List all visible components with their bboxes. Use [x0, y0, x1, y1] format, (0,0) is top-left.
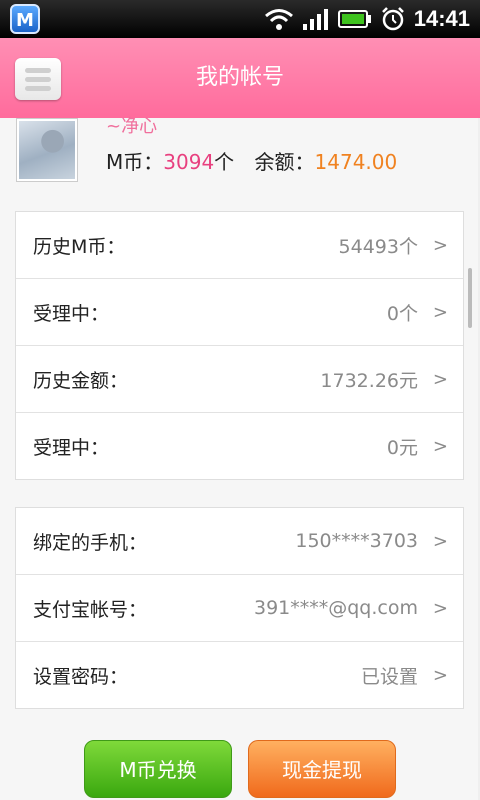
row-value: 已设置 — [360, 665, 418, 688]
exchange-button[interactable]: M币兑换 — [84, 740, 232, 798]
nickname: ~净心 — [106, 116, 158, 137]
stats-row-history-coins[interactable]: 历史M币： 54493个 > — [16, 212, 463, 279]
signal-icon — [302, 7, 330, 31]
row-label: 历史金额： — [33, 369, 129, 392]
row-label: 设置密码： — [33, 665, 129, 688]
clock-time: 14:41 — [413, 6, 470, 31]
chevron-right-icon: > — [432, 301, 448, 323]
row-label: 历史M币： — [33, 235, 126, 258]
avatar-photo — [19, 121, 75, 179]
row-label: 受理中： — [33, 436, 110, 459]
account-card: 绑定的手机： 150****3703 > 支付宝帐号： 391****@qq.c… — [15, 507, 464, 709]
stats-row-processing-coins[interactable]: 受理中： 0个 > — [16, 279, 463, 346]
row-value: 391****@qq.com — [253, 597, 418, 619]
app-shield-icon: M — [10, 4, 40, 34]
menu-button[interactable] — [15, 58, 61, 100]
balance-line: M币：3094个 余额：1474.00 — [106, 146, 397, 175]
withdraw-button[interactable]: 现金提现 — [248, 740, 396, 798]
account-row-phone[interactable]: 绑定的手机： 150****3703 > — [16, 508, 463, 575]
chevron-right-icon: > — [432, 435, 448, 457]
stats-row-processing-amount[interactable]: 受理中： 0元 > — [16, 413, 463, 479]
row-value: 150****3703 — [295, 530, 418, 552]
row-label: 支付宝帐号： — [33, 598, 148, 621]
balance-label: 余额： — [254, 150, 315, 174]
chevron-right-icon: > — [432, 234, 448, 256]
row-label: 绑定的手机： — [33, 531, 148, 554]
row-value: 0个 — [386, 302, 418, 325]
status-bar: M 14:41 — [0, 0, 480, 38]
scrollbar[interactable] — [468, 268, 472, 328]
page-title: 我的帐号 — [195, 65, 284, 90]
stats-row-history-amount[interactable]: 历史金额： 1732.26元 > — [16, 346, 463, 413]
account-row-password[interactable]: 设置密码： 已设置 > — [16, 642, 463, 708]
hamburger-icon — [25, 68, 51, 73]
status-icons: 14:41 — [264, 0, 470, 38]
row-label: 受理中： — [33, 302, 110, 325]
chevron-right-icon: > — [432, 368, 448, 390]
chevron-right-icon: > — [432, 530, 448, 552]
row-value: 1732.26元 — [320, 369, 418, 392]
balance-value: 1474.00 — [314, 150, 398, 174]
account-row-alipay[interactable]: 支付宝帐号： 391****@qq.com > — [16, 575, 463, 642]
avatar[interactable] — [16, 118, 78, 182]
m-coin-value: 3094 — [163, 150, 215, 174]
wifi-icon — [264, 7, 294, 31]
title-bar: 我的帐号 — [0, 38, 480, 118]
m-coin-unit: 个 — [214, 150, 235, 174]
chevron-right-icon: > — [432, 597, 448, 619]
battery-icon — [337, 8, 372, 30]
stats-card: 历史M币： 54493个 > 受理中： 0个 > 历史金额： 1732.26元 … — [15, 211, 464, 480]
row-value: 0元 — [386, 436, 418, 459]
row-value: 54493个 — [338, 235, 418, 258]
chevron-right-icon: > — [432, 664, 448, 686]
m-coin-label: M币： — [106, 150, 164, 174]
alarm-icon — [380, 6, 406, 32]
